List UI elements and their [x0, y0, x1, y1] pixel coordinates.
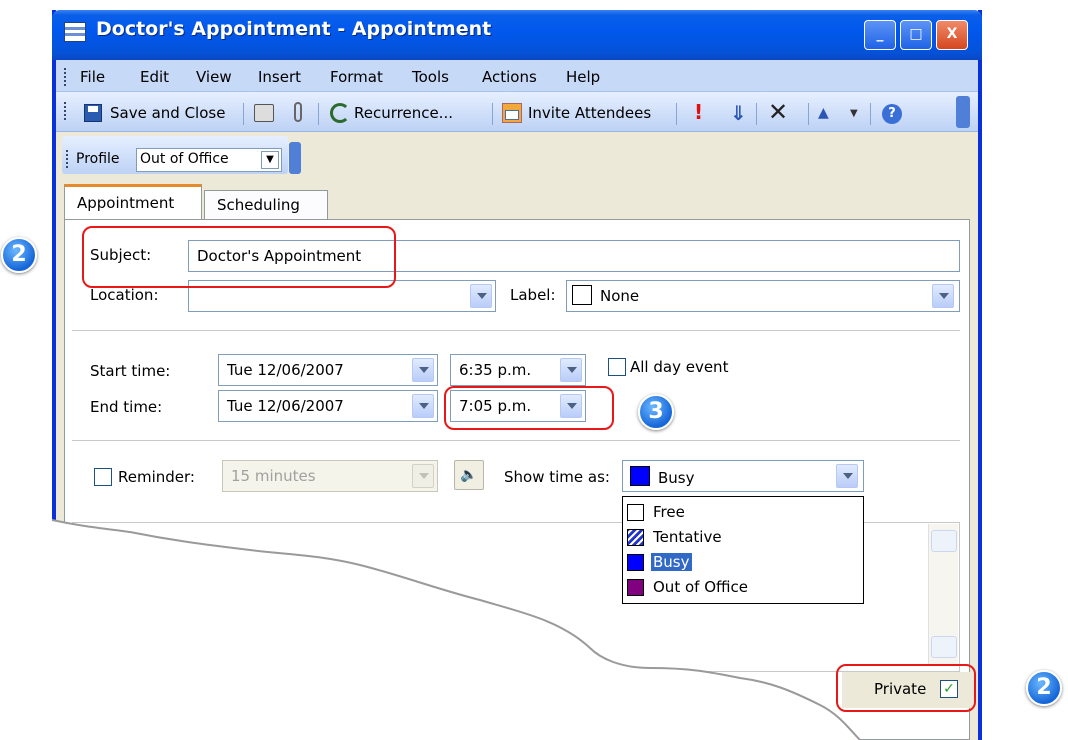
- reminder-label: Reminder:: [118, 468, 195, 486]
- toolbar-separator: [318, 103, 319, 125]
- window-title: Doctor's Appointment - Appointment: [96, 18, 492, 40]
- start-date-input[interactable]: Tue 12/06/2007: [218, 354, 438, 386]
- busy-color-swatch: [627, 554, 644, 571]
- minimize-icon: _: [876, 26, 884, 42]
- start-date-dropdown-button[interactable]: [412, 358, 434, 382]
- option-free[interactable]: Free: [625, 500, 861, 525]
- end-time-callout-box: [444, 386, 614, 430]
- toolbar-options-icon[interactable]: [289, 142, 301, 174]
- menu-help[interactable]: Help: [566, 68, 600, 86]
- reminder-dropdown-button[interactable]: [412, 464, 434, 488]
- tab-scheduling[interactable]: Scheduling: [204, 190, 328, 220]
- show-time-as-label: Show time as:: [504, 468, 610, 486]
- divider: [72, 330, 960, 331]
- private-callout-box: [836, 664, 976, 712]
- start-time-label: Start time:: [90, 362, 171, 380]
- recurrence-icon: [330, 103, 350, 123]
- menu-format[interactable]: Format: [330, 68, 383, 86]
- label-label: Label:: [510, 286, 556, 304]
- option-out-of-office[interactable]: Out of Office: [625, 575, 861, 600]
- location-label: Location:: [90, 286, 159, 304]
- invite-attendees-icon: [502, 103, 522, 123]
- toolbar-separator: [756, 103, 757, 125]
- location-dropdown-button[interactable]: [470, 284, 492, 308]
- reminder-select[interactable]: 15 minutes: [222, 460, 438, 492]
- option-label: Tentative: [653, 528, 722, 546]
- toolbar-separator: [243, 103, 244, 125]
- menu-actions[interactable]: Actions: [482, 68, 537, 86]
- option-label: Free: [653, 503, 685, 521]
- menu-file[interactable]: File: [80, 68, 105, 86]
- maximize-icon: □: [909, 26, 923, 42]
- callout-badge: 2: [1, 237, 37, 273]
- save-and-close-button[interactable]: Save and Close: [110, 104, 225, 122]
- label-value: None: [600, 287, 640, 305]
- reminder-checkbox[interactable]: [94, 468, 112, 486]
- start-time-dropdown-button[interactable]: [560, 358, 582, 382]
- option-busy[interactable]: Busy: [625, 550, 861, 575]
- label-color-swatch: [572, 285, 592, 305]
- callout-badge: 2: [1026, 670, 1062, 706]
- menu-tools[interactable]: Tools: [412, 68, 449, 86]
- previous-item-icon[interactable]: ▲: [818, 105, 829, 121]
- option-label: Out of Office: [653, 578, 748, 596]
- menu-grip-icon[interactable]: [64, 68, 68, 86]
- reminder-sound-icon[interactable]: 🔈: [454, 460, 484, 490]
- close-button[interactable]: X: [936, 20, 968, 50]
- maximize-button[interactable]: □: [900, 20, 932, 50]
- all-day-event-label: All day event: [630, 358, 729, 376]
- profile-select[interactable]: Out of Office ▼: [136, 148, 282, 172]
- callout-badge: 3: [638, 394, 674, 430]
- low-importance-icon[interactable]: ⇓: [730, 101, 747, 125]
- high-importance-icon[interactable]: !: [694, 100, 703, 124]
- attach-icon[interactable]: [294, 102, 302, 122]
- profile-value: Out of Office: [140, 151, 229, 167]
- save-icon: [84, 104, 102, 122]
- profile-label: Profile: [76, 151, 120, 167]
- menu-view[interactable]: View: [196, 68, 232, 86]
- calendar-app-icon: [64, 22, 86, 42]
- show-time-as-list: Free Tentative Busy Out of Office: [622, 496, 864, 604]
- option-tentative[interactable]: Tentative: [625, 525, 861, 550]
- minimize-button[interactable]: _: [864, 20, 896, 50]
- toolbar-grip-icon[interactable]: [64, 102, 68, 120]
- toolbar-separator: [870, 103, 871, 125]
- free-color-swatch: [627, 504, 644, 521]
- label-dropdown-button[interactable]: [932, 284, 954, 308]
- out-of-office-color-swatch: [627, 579, 644, 596]
- end-date-input[interactable]: Tue 12/06/2007: [218, 390, 438, 422]
- chevron-down-icon[interactable]: ▼: [850, 108, 858, 119]
- end-date-dropdown-button[interactable]: [412, 394, 434, 418]
- recurrence-button[interactable]: Recurrence...: [354, 104, 453, 122]
- print-icon[interactable]: [254, 104, 274, 122]
- toolbar-separator: [676, 103, 677, 125]
- option-label: Busy: [651, 553, 692, 571]
- divider: [72, 440, 960, 441]
- tab-appointment[interactable]: Appointment: [64, 184, 202, 220]
- show-time-as-value: Busy: [658, 469, 695, 487]
- busy-color-swatch: [630, 466, 650, 486]
- show-time-as-dropdown-button[interactable]: [836, 464, 858, 488]
- chevron-down-icon: ▼: [261, 151, 279, 169]
- end-time-label: End time:: [90, 398, 163, 416]
- invite-attendees-button[interactable]: Invite Attendees: [528, 104, 651, 122]
- close-icon: X: [946, 26, 958, 42]
- menu-edit[interactable]: Edit: [140, 68, 169, 86]
- all-day-event-checkbox[interactable]: [608, 358, 626, 376]
- delete-icon[interactable]: ✕: [768, 98, 788, 126]
- toolbar-options-icon[interactable]: [956, 96, 970, 128]
- profile-grip-icon[interactable]: [66, 150, 70, 168]
- toolbar-separator: [492, 103, 493, 125]
- help-icon[interactable]: ?: [882, 104, 902, 124]
- toolbar-separator: [808, 103, 809, 125]
- tentative-color-swatch: [627, 529, 644, 546]
- menu-insert[interactable]: Insert: [258, 68, 301, 86]
- subject-callout-box: [82, 226, 396, 288]
